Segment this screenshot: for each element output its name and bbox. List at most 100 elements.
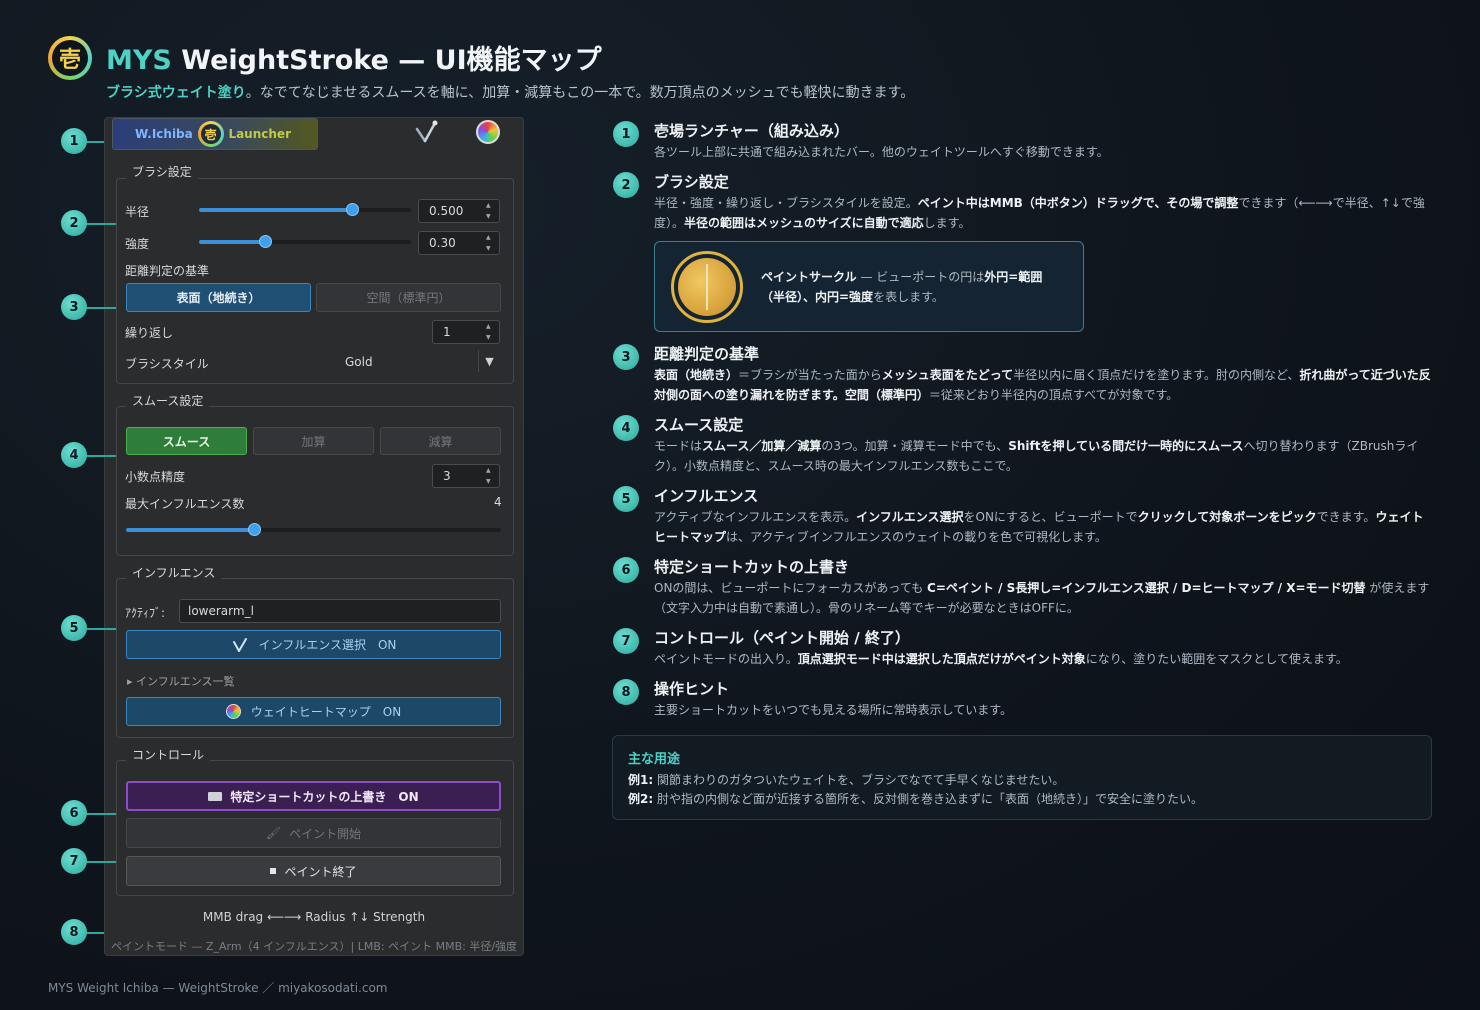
- logo-glyph: 壱: [52, 40, 88, 76]
- influence-title: インフルエンス: [126, 564, 222, 581]
- paint-circle-text: ペイントサークル — ビューポートの円は外円=範囲（半径）、内円=強度を表します…: [761, 270, 1043, 304]
- marker-connector: [86, 861, 116, 863]
- brush-style-value[interactable]: Gold: [345, 355, 373, 369]
- brush-settings-title: ブラシ設定: [126, 163, 198, 180]
- marker-6: 6: [61, 800, 87, 826]
- section-body-brush: 半径・強度・繰り返し・ブラシスタイルを設定。ペイント中はMMB（中ボタン）ドラッ…: [654, 196, 1425, 230]
- section-body-smooth: モードはスムース／加算／減算の3つ。加算・減算モード中でも、Shiftを押してい…: [654, 439, 1419, 473]
- radius-label: 半径: [125, 205, 150, 219]
- use-case-2: 例2: 肘や指の内側など面が近接する箇所を、反対側を巻き込まずに「表面（地続き）…: [628, 792, 1203, 806]
- section-title-shortcut: 特定ショートカットの上書き: [654, 558, 850, 576]
- heatmap-icon: [225, 704, 241, 719]
- section-body-distance: 表面（地続き）＝ブラシが当たった面からメッシュ表面をたどって半径以内に届く頂点だ…: [654, 368, 1431, 402]
- radius-slider-fill: [199, 208, 352, 212]
- marker-connector: [86, 223, 116, 225]
- spin-arrows-icon[interactable]: ▲ ▼: [486, 202, 496, 220]
- bone-pick-icon[interactable]: [413, 119, 443, 147]
- status-bar: ペイントモード — Z_Arm（4 インフルエンス）| LMB: ペイント MM…: [111, 940, 518, 953]
- marker-connector: [86, 455, 116, 457]
- marker-connector: [86, 628, 116, 630]
- section-body-control: ペイントモードの出入り。頂点選択モード中は選択した頂点だけがペイント対象になり、…: [654, 652, 1348, 666]
- max-influence-label: 最大インフルエンス数: [125, 497, 245, 511]
- use-case-1: 例1: 関節まわりのガタついたウェイトを、ブラシでなでて手早くなじませたい。: [628, 773, 1065, 787]
- smooth-settings-title: スムース設定: [126, 392, 210, 409]
- spin-arrows-icon[interactable]: ▲ ▼: [486, 323, 496, 341]
- marker-connector: [86, 932, 104, 934]
- marker-connector: [86, 307, 116, 309]
- repeat-input[interactable]: 1 ▲ ▼: [432, 320, 500, 344]
- page-title: MYS WeightStroke — UI機能マップ: [106, 45, 602, 76]
- influence-pick-button[interactable]: インフルエンス選択 ON: [126, 630, 501, 659]
- section-number: 6: [613, 557, 639, 583]
- marker-5: 5: [61, 615, 87, 641]
- launcher-bar[interactable]: W.Ichiba 壱 Launcher: [112, 118, 318, 150]
- max-influence-slider[interactable]: [126, 528, 501, 532]
- strength-slider-fill: [199, 240, 265, 244]
- section-number: 7: [613, 628, 639, 654]
- radius-slider-knob[interactable]: [345, 203, 359, 216]
- section-number: 4: [613, 415, 639, 441]
- paint-start-button[interactable]: 🖌 ペイント開始: [126, 818, 501, 848]
- mode-add-button[interactable]: 加算: [253, 427, 374, 455]
- section-number: 3: [613, 344, 639, 370]
- surface-mode-button[interactable]: 表面（地続き）: [126, 283, 311, 312]
- section-body-launcher: 各ツール上部に共通で組み込まれたバー。他のウェイトツールへすぐ移動できます。: [654, 145, 1109, 159]
- launcher-logo-icon: 壱: [197, 121, 224, 147]
- mode-subtract-button[interactable]: 減算: [380, 427, 501, 455]
- chevron-down-icon[interactable]: ▼: [478, 350, 500, 372]
- distance-basis-label: 距離判定の基準: [125, 264, 210, 278]
- stop-icon: [270, 868, 277, 874]
- marker-2: 2: [61, 210, 87, 236]
- repeat-label: 繰り返し: [125, 326, 174, 340]
- strength-input[interactable]: 0.30 ▲ ▼: [418, 231, 500, 255]
- section-title-influence: インフルエンス: [654, 487, 759, 505]
- active-influence-label: ｱｸﾃｨﾌﾞ:: [125, 606, 166, 620]
- spin-arrows-icon[interactable]: ▲ ▼: [486, 234, 496, 252]
- section-number: 5: [613, 486, 639, 512]
- radius-slider[interactable]: [199, 208, 411, 212]
- control-title: コントロール: [126, 746, 211, 763]
- paint-end-button[interactable]: ペイント終了: [126, 856, 501, 886]
- marker-3: 3: [61, 294, 87, 320]
- shortcut-override-button[interactable]: 特定ショートカットの上書き ON: [126, 781, 501, 811]
- section-title-smooth: スムース設定: [654, 416, 744, 434]
- section-title-launcher: 壱場ランチャー（組み込み）: [654, 122, 849, 140]
- section-number: 1: [613, 121, 639, 147]
- max-influence-value: 4: [494, 495, 502, 509]
- section-title-control: コントロール（ペイント開始 / 終了）: [654, 629, 910, 647]
- section-number: 8: [613, 679, 639, 705]
- max-influence-slider-fill: [126, 528, 254, 532]
- paint-circle-icon: [671, 251, 743, 323]
- marker-1: 1: [61, 128, 87, 154]
- marker-4: 4: [61, 442, 87, 468]
- section-title-hint: 操作ヒント: [654, 680, 730, 698]
- brush-icon: 🖌: [265, 826, 282, 840]
- weight-heatmap-button[interactable]: ウェイトヒートマップ ON: [126, 697, 501, 726]
- launcher-right-label: Launcher: [228, 127, 291, 141]
- section-body-hint: 主要ショートカットをいつでも見える場所に常時表示しています。: [654, 703, 1013, 717]
- heatmap-icon[interactable]: [476, 120, 500, 144]
- influence-list-toggle[interactable]: ▸ インフルエンス一覧: [127, 673, 234, 689]
- marker-8: 8: [61, 919, 87, 945]
- max-influence-slider-knob[interactable]: [247, 523, 261, 536]
- strength-slider[interactable]: [199, 240, 411, 244]
- radius-input[interactable]: 0.500 ▲ ▼: [418, 199, 500, 223]
- spin-arrows-icon[interactable]: ▲ ▼: [486, 467, 496, 485]
- operation-hint: MMB drag ⟵⟶ Radius ↑↓ Strength: [202, 910, 426, 924]
- decimal-precision-label: 小数点精度: [125, 470, 186, 484]
- launcher-left-label: W.Ichiba: [135, 127, 193, 141]
- strength-slider-knob[interactable]: [258, 235, 272, 248]
- section-body-shortcut: ONの間は、ビューポートにフォーカスがあっても C=ペイント / S長押し=イン…: [654, 581, 1430, 615]
- space-mode-button[interactable]: 空間（標準円）: [316, 283, 501, 312]
- section-body-influence: アクティブなインフルエンスを表示。インフルエンス選択をONにすると、ビューポート…: [654, 510, 1424, 544]
- mode-smooth-button[interactable]: スムース: [126, 427, 247, 455]
- section-number: 2: [613, 172, 639, 198]
- bone-pick-icon: [232, 637, 247, 652]
- decimal-precision-input[interactable]: 3 ▲ ▼: [432, 464, 500, 488]
- active-influence-field[interactable]: lowerarm_l: [179, 599, 501, 623]
- marker-connector: [86, 141, 104, 143]
- brush-style-label: ブラシスタイル: [125, 357, 209, 371]
- marker-connector: [86, 813, 116, 815]
- section-title-brush: ブラシ設定: [654, 173, 729, 191]
- strength-label: 強度: [125, 237, 150, 251]
